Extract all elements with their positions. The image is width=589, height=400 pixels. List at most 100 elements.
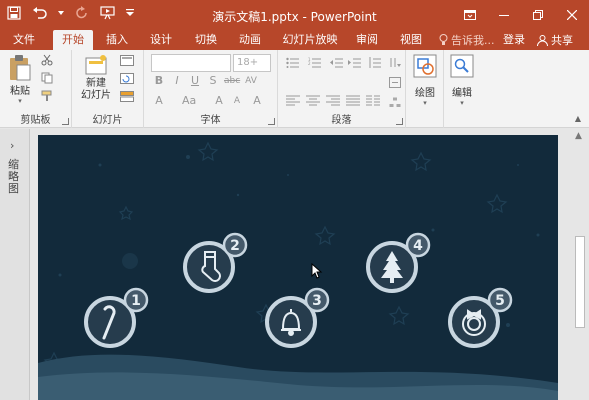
increase-font-icon[interactable]: A <box>212 94 226 108</box>
tab-animations[interactable]: 动画 <box>233 30 267 50</box>
paragraph-group: 12 段落 <box>278 50 406 128</box>
decrease-indent-icon[interactable] <box>330 56 344 68</box>
item-number-5: 5 <box>495 293 505 309</box>
change-case-icon[interactable]: Aa <box>182 94 196 108</box>
minimize-icon[interactable] <box>487 0 521 30</box>
share-button[interactable]: 共享 <box>537 30 573 50</box>
underline-icon[interactable]: U <box>188 74 202 88</box>
editing-button[interactable]: 编辑 ▾ <box>447 54 477 107</box>
shadow-icon[interactable]: S <box>206 74 220 88</box>
paste-button[interactable]: 粘贴 ▾ <box>6 54 34 105</box>
justify-icon[interactable] <box>346 94 360 106</box>
tab-insert[interactable]: 插入 <box>100 30 134 50</box>
align-right-icon[interactable] <box>326 94 340 106</box>
format-painter-icon[interactable] <box>40 90 54 102</box>
line-spacing-icon[interactable] <box>368 56 382 68</box>
tab-design[interactable]: 设计 <box>144 30 178 50</box>
slide-item-5[interactable]: 5 <box>447 287 517 355</box>
editing-label: 编辑 <box>452 88 472 99</box>
login-link[interactable]: 登录 <box>503 30 525 49</box>
share-label: 共享 <box>551 34 573 47</box>
new-slide-icon <box>85 55 107 75</box>
columns-icon[interactable] <box>366 94 380 106</box>
drawing-group[interactable]: 绘图 ▾ <box>406 50 444 128</box>
slides-group: 新建 幻灯片 幻灯片 <box>72 50 144 128</box>
tab-view[interactable]: 视图 <box>394 30 428 50</box>
paragraph-launcher-icon[interactable] <box>396 118 403 125</box>
item-number-4: 4 <box>413 238 423 254</box>
section-icon[interactable] <box>120 90 134 102</box>
font-launcher-icon[interactable] <box>268 118 275 125</box>
text-direction-icon[interactable] <box>388 56 402 68</box>
italic-icon[interactable]: I <box>170 74 184 88</box>
copy-icon[interactable] <box>40 72 54 84</box>
slide-item-1[interactable]: 1 <box>83 287 153 355</box>
thumbnails-label: 缩略图 <box>8 158 19 195</box>
tab-home[interactable]: 开始 <box>53 30 93 50</box>
tell-me-text: 告诉我... <box>451 34 495 47</box>
svg-text:2: 2 <box>308 61 311 66</box>
font-color-icon[interactable]: A <box>152 94 166 108</box>
editing-group[interactable]: 编辑 ▾ <box>444 50 480 128</box>
paste-dropdown-icon[interactable]: ▾ <box>18 97 22 105</box>
clipboard-group: 粘贴 ▾ 剪贴板 <box>0 50 72 128</box>
layout-icon[interactable] <box>120 54 134 66</box>
restore-icon[interactable] <box>521 0 555 30</box>
new-slide-button[interactable]: 新建 幻灯片 <box>76 54 116 102</box>
font-name-box[interactable] <box>151 54 231 72</box>
person-icon <box>537 34 548 46</box>
scrollbar-thumb[interactable] <box>575 236 585 328</box>
item-number-3: 3 <box>312 293 322 309</box>
drawing-label: 绘图 <box>415 88 435 99</box>
paste-label: 粘贴 <box>10 86 30 97</box>
tab-file[interactable]: 文件 <box>6 30 42 50</box>
tab-transitions[interactable]: 切换 <box>189 30 223 50</box>
drawing-button[interactable]: 绘图 ▾ <box>410 54 440 107</box>
bold-icon[interactable]: B <box>152 74 166 88</box>
close-icon[interactable] <box>555 0 589 30</box>
lightbulb-icon <box>439 34 448 45</box>
tell-me-box[interactable]: 告诉我... <box>439 30 495 50</box>
thumbnails-pane[interactable]: › 缩略图 <box>0 129 30 400</box>
item-number-1: 1 <box>131 293 141 309</box>
ribbon-tabs: 文件 开始 插入 设计 切换 动画 幻灯片放映 审阅 视图 告诉我... 登录 … <box>0 30 589 50</box>
smartart-icon[interactable] <box>388 96 402 108</box>
clear-formatting-icon[interactable]: A <box>250 94 264 108</box>
paste-icon <box>10 55 31 81</box>
clipboard-label: 剪贴板 <box>20 115 51 126</box>
strikethrough-icon[interactable]: abc <box>224 74 240 88</box>
slides-label: 幻灯片 <box>92 115 123 126</box>
paragraph-label: 段落 <box>331 115 352 126</box>
font-label: 字体 <box>200 115 221 126</box>
item-number-2: 2 <box>230 238 240 254</box>
align-text-icon[interactable] <box>388 76 402 88</box>
decrease-font-icon[interactable]: A <box>230 94 244 108</box>
increase-indent-icon[interactable] <box>348 56 362 68</box>
slide-canvas[interactable]: 2 4 1 3 5 <box>38 135 558 400</box>
slide-item-2[interactable]: 2 <box>182 232 252 300</box>
vertical-scrollbar[interactable]: ▲ <box>571 129 589 400</box>
slide-artwork <box>38 135 558 400</box>
title-bar: 演示文稿1.pptx - PowerPoint <box>0 0 589 30</box>
character-spacing-icon[interactable]: AV <box>244 74 258 88</box>
workspace: › 缩略图 2 4 1 3 5 ▲ <box>0 129 589 400</box>
align-left-icon[interactable] <box>286 94 300 106</box>
font-size-box[interactable]: 18+ <box>233 54 271 72</box>
slide-item-4[interactable]: 4 <box>365 232 435 300</box>
find-icon <box>450 54 474 78</box>
tab-review[interactable]: 审阅 <box>350 30 384 50</box>
ribbon-display-options-icon[interactable] <box>453 0 487 30</box>
slide-item-3[interactable]: 3 <box>264 287 334 355</box>
shapes-icon <box>413 54 437 78</box>
reset-icon[interactable] <box>120 72 134 84</box>
mouse-cursor-icon <box>311 263 323 279</box>
align-center-icon[interactable] <box>306 94 320 106</box>
scroll-up-icon[interactable]: ▲ <box>575 131 582 141</box>
bullets-icon[interactable] <box>286 56 300 68</box>
collapse-ribbon-icon[interactable]: ▲ <box>575 114 581 123</box>
tab-slide-show[interactable]: 幻灯片放映 <box>280 30 340 50</box>
clipboard-launcher-icon[interactable] <box>62 118 69 125</box>
numbering-icon[interactable]: 12 <box>308 56 322 68</box>
cut-icon[interactable] <box>40 54 54 66</box>
expand-thumbnails-icon[interactable]: › <box>10 139 14 152</box>
